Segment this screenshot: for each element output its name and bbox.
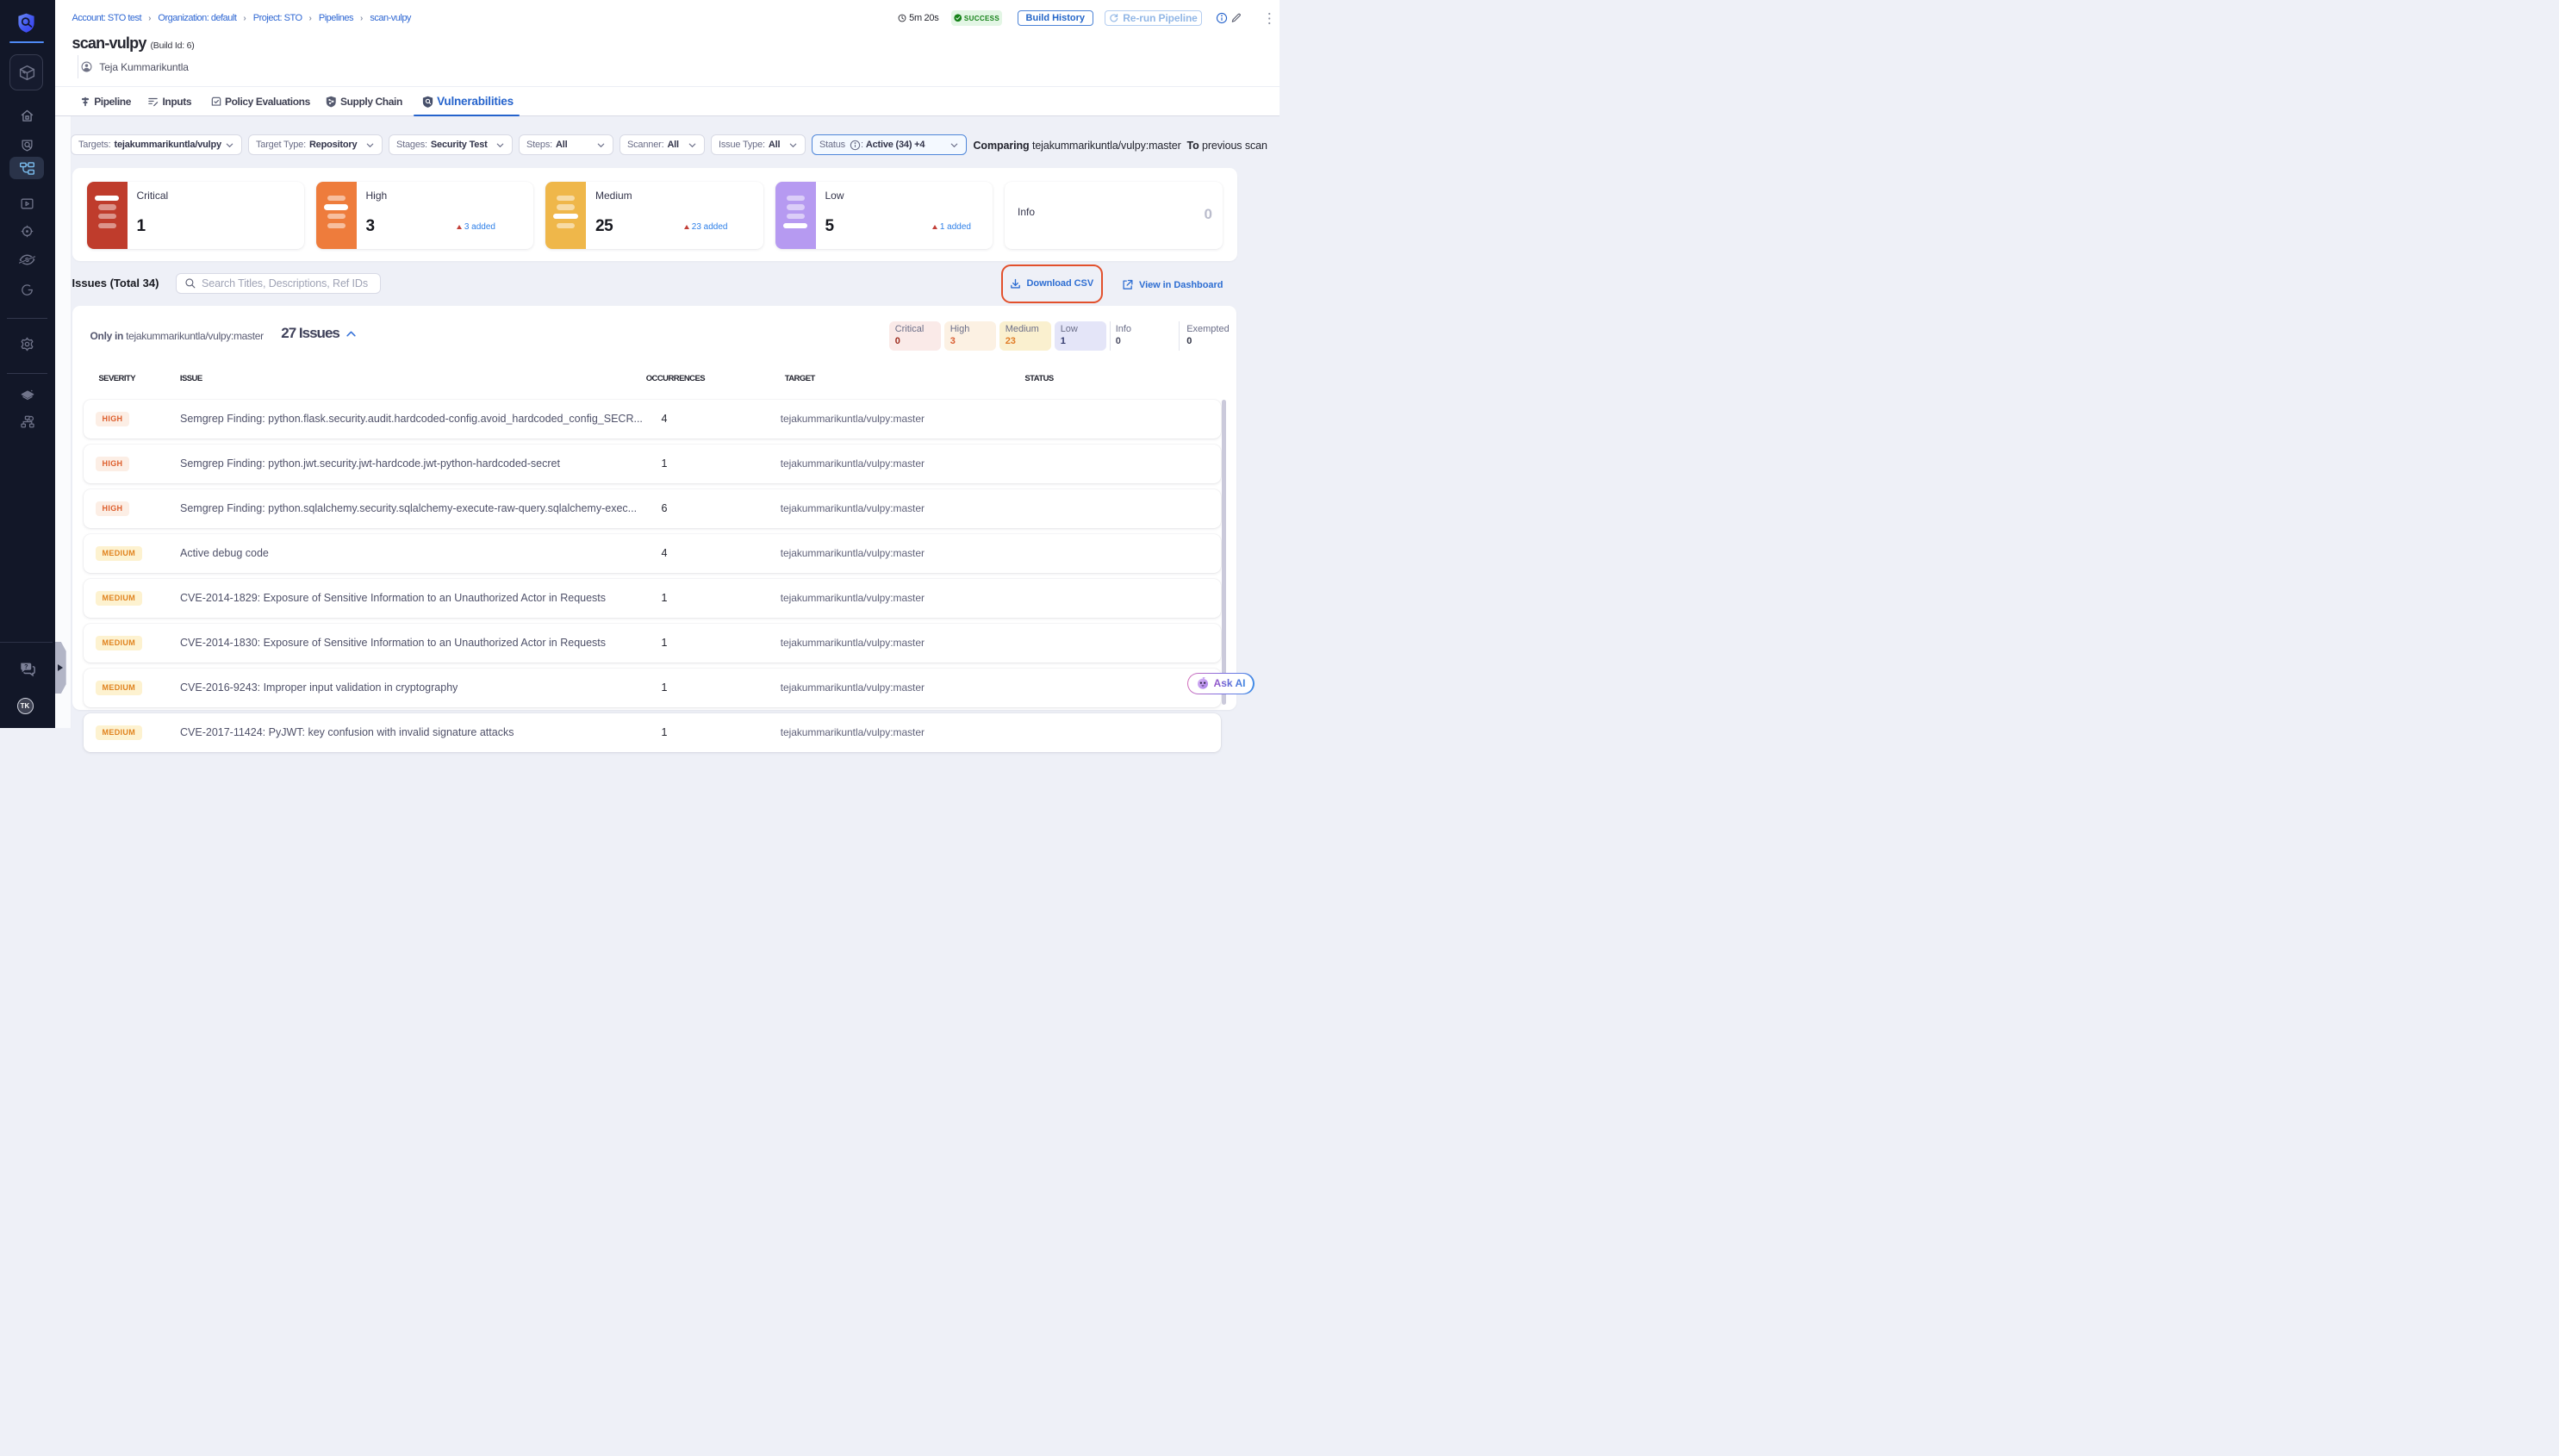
svg-text:?: ? (24, 663, 28, 670)
